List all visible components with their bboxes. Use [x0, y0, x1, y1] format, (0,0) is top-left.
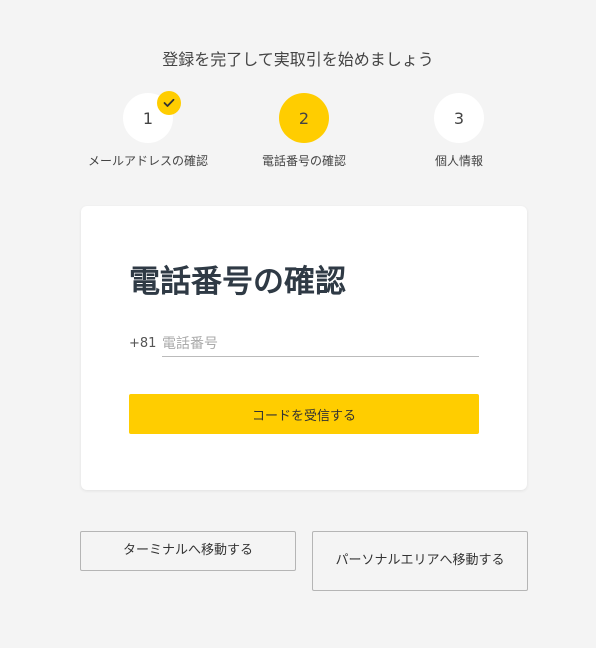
- step-1-circle: 1: [123, 91, 181, 143]
- step-2-circle: 2: [279, 93, 329, 143]
- step-2-label: 電話番号の確認: [261, 154, 346, 168]
- step-1-number: 1: [142, 108, 154, 128]
- phone-number-input[interactable]: [162, 332, 479, 357]
- step-2-number: 2: [298, 108, 310, 128]
- phone-verification-card: 電話番号の確認 +81 コードを受信する: [81, 206, 527, 490]
- page-header-title: 登録を完了して実取引を始めましょう: [162, 50, 434, 69]
- step-1-label: メールアドレスの確認: [87, 154, 208, 168]
- step-1-email-verification: 1 メールアドレスの確認: [73, 91, 223, 169]
- check-icon: [157, 91, 181, 115]
- country-code-prefix: +81: [129, 336, 157, 351]
- card-title: 電話番号の確認: [129, 264, 346, 300]
- step-2-phone-verification: 2 電話番号の確認: [229, 93, 379, 169]
- get-code-button[interactable]: コードを受信する: [129, 394, 479, 434]
- step-3-number: 3: [453, 108, 465, 128]
- go-to-personal-area-button[interactable]: パーソナルエリアへ移動する: [312, 531, 528, 591]
- step-3-personal-info: 3 個人情報: [384, 93, 534, 169]
- step-3-label: 個人情報: [434, 154, 483, 168]
- step-3-circle: 3: [434, 93, 484, 143]
- go-to-terminal-button[interactable]: ターミナルへ移動する: [80, 531, 296, 571]
